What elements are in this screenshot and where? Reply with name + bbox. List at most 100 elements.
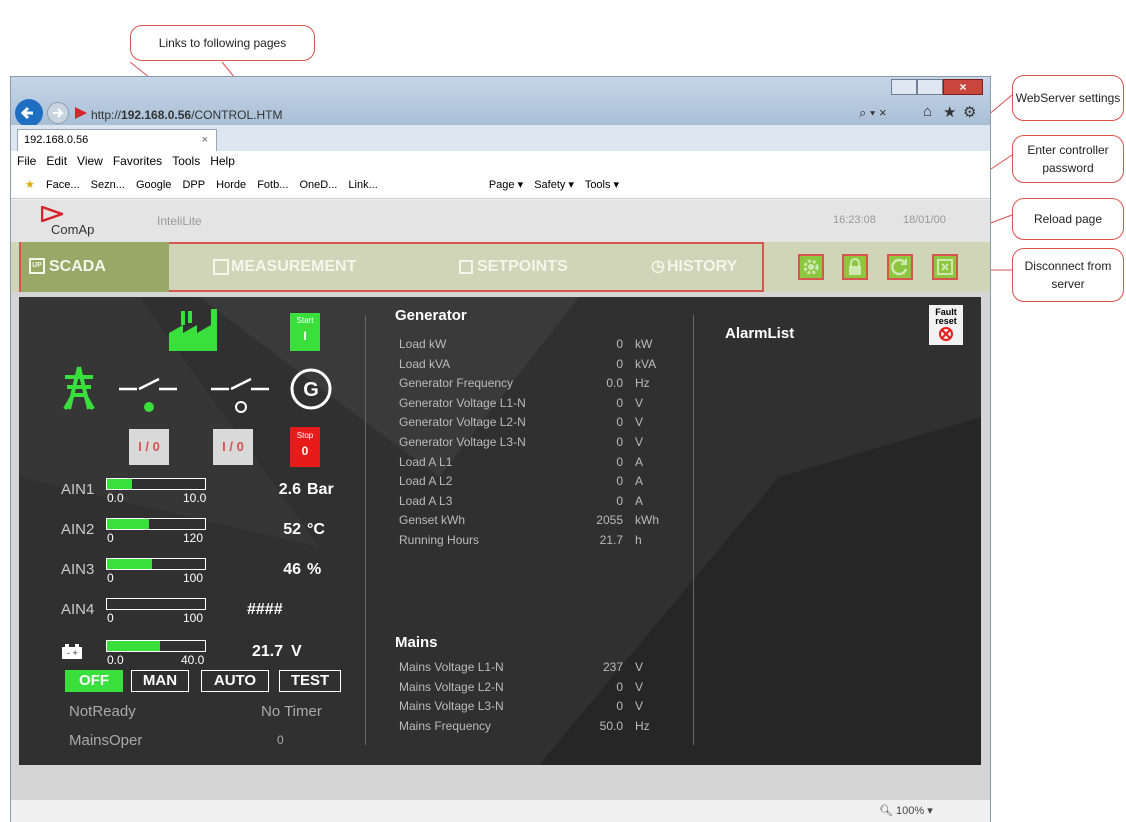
fav-oned[interactable]: OneD... (299, 179, 337, 191)
toolbar-page[interactable]: Page ▾ (489, 179, 523, 191)
value-label: Generator Voltage L2-N (399, 415, 526, 430)
webserver-page: ComAp InteliLite 16:23:08 18/01/00 UP SC… (11, 200, 990, 800)
value-label: Load A L1 (399, 454, 453, 469)
fav-dpp[interactable]: DPP (182, 179, 205, 191)
value-label: Load A L2 (399, 474, 453, 489)
ain-label: AIN1 (61, 481, 95, 498)
mode-auto-button[interactable]: AUTO (201, 670, 269, 692)
divider-right (693, 315, 694, 745)
generator-breaker-icon (211, 377, 269, 413)
setpoints-icon (459, 259, 473, 274)
value-label: Mains Frequency (399, 718, 492, 733)
value-label: Mains Voltage L2-N (399, 679, 504, 694)
star-icon[interactable]: ★ (943, 103, 956, 121)
controller-password-button[interactable] (842, 254, 868, 280)
menu-tools[interactable]: Tools (172, 154, 200, 168)
menu-help[interactable]: Help (210, 154, 235, 168)
controller-date: 18/01/00 (903, 214, 946, 226)
ain-min: 0 (107, 531, 114, 545)
generator-breaker-button[interactable]: I / 0 (213, 429, 253, 465)
tab-scada-label: SCADA (49, 258, 106, 275)
maximize-button[interactable] (917, 79, 943, 95)
menu-favorites[interactable]: Favorites (113, 154, 162, 168)
fav-face[interactable]: Face... (46, 179, 80, 191)
value-label: Mains Voltage L1-N (399, 660, 504, 674)
disconnect-icon (937, 259, 953, 275)
value-number: 0 (616, 356, 623, 371)
divider-left (365, 315, 366, 745)
ain-label: AIN3 (61, 561, 95, 578)
reload-page-button[interactable] (887, 254, 913, 280)
fav-sezn[interactable]: Sezn... (91, 179, 125, 191)
value-unit: kVA (635, 356, 657, 371)
tab-title: 192.168.0.56 (24, 134, 89, 146)
disconnect-button[interactable] (932, 254, 958, 280)
fav-fotb[interactable]: Fotb... (257, 179, 288, 191)
engine-state: NotReady (69, 703, 136, 720)
menu-view[interactable]: View (77, 154, 103, 168)
value-number: 0 (616, 679, 623, 694)
home-icon[interactable]: ⌂ (923, 103, 932, 120)
stop-button[interactable]: Stop 0 (290, 427, 320, 467)
value-unit: V (635, 395, 644, 410)
close-window-button[interactable]: × (943, 79, 983, 95)
value-number: 50.0 (599, 718, 623, 733)
ain-value: 2.6 (278, 481, 301, 498)
forward-button[interactable] (47, 102, 69, 124)
tab-measurement[interactable]: MEASUREMENT (213, 242, 393, 292)
close-tab-icon[interactable]: × (202, 130, 208, 150)
mode-man-button[interactable]: MAN (131, 670, 189, 692)
tab-setpoints[interactable]: SETPOINTS (459, 242, 599, 292)
address-bar[interactable]: http://192.168.0.56/CONTROL.HTM (91, 105, 306, 125)
ain-unit: % (307, 561, 322, 578)
callout-disconnect: Disconnect from server (1012, 248, 1124, 302)
mode-test-button[interactable]: TEST (279, 670, 341, 692)
toolbar-safety[interactable]: Safety ▾ (534, 179, 574, 191)
battery-bar (106, 640, 206, 652)
browser-tab[interactable]: 192.168.0.56 × (17, 129, 217, 151)
value-label: Generator Frequency (399, 376, 514, 391)
value-number: 0 (616, 415, 623, 430)
callout-links: Links to following pages (130, 25, 315, 61)
factory-icon (169, 309, 217, 351)
value-number: 0 (616, 699, 623, 714)
fault-reset-button[interactable]: Fault reset (929, 305, 963, 345)
mains-state: MainsOper (69, 732, 143, 749)
tab-history[interactable]: ◷ HISTORY (651, 242, 771, 292)
history-icon: ◷ (651, 258, 665, 275)
ain-bar-fill (107, 519, 150, 529)
mains-breaker-icon (119, 377, 177, 412)
ain-value: #### (247, 601, 283, 618)
back-button[interactable] (15, 99, 43, 127)
fault-reset-line2: reset (935, 316, 957, 326)
value-unit: V (635, 660, 644, 674)
value-number: 0 (616, 474, 623, 489)
search-icon[interactable]: ⌕ ▾ × (859, 105, 887, 121)
webserver-settings-button[interactable] (798, 254, 824, 280)
fault-reset-icon (939, 327, 953, 341)
value-number: 0 (616, 454, 623, 469)
value-label: Mains Voltage L3-N (399, 699, 504, 714)
ain-max: 10.0 (183, 491, 207, 505)
menu-file[interactable]: File (17, 154, 36, 168)
mains-breaker-button[interactable]: I / 0 (129, 429, 169, 465)
product-name: InteliLite (157, 214, 202, 228)
fav-google[interactable]: Google (136, 179, 171, 191)
value-label: Load kVA (399, 356, 451, 371)
minimize-button[interactable] (891, 79, 917, 95)
fav-horde[interactable]: Horde (216, 179, 246, 191)
zoom-level[interactable]: 🔍︎ 100% ▾ (879, 800, 933, 822)
favorites-star-icon[interactable]: ★ (25, 179, 35, 191)
fav-link[interactable]: Link... (348, 179, 377, 191)
gear-icon[interactable]: ⚙ (963, 103, 976, 121)
value-label: Generator Voltage L1-N (399, 395, 526, 410)
ain-label: AIN2 (61, 521, 95, 538)
brand-name: ComAp (51, 222, 95, 237)
tab-scada[interactable]: UP SCADA (21, 242, 169, 292)
generator-icon: G (290, 368, 332, 410)
menu-edit[interactable]: Edit (46, 154, 67, 168)
toolbar-tools[interactable]: Tools ▾ (585, 179, 619, 191)
start-label: Start (296, 316, 314, 325)
mode-off-button[interactable]: OFF (65, 670, 123, 692)
start-button[interactable]: Start I (290, 313, 320, 351)
